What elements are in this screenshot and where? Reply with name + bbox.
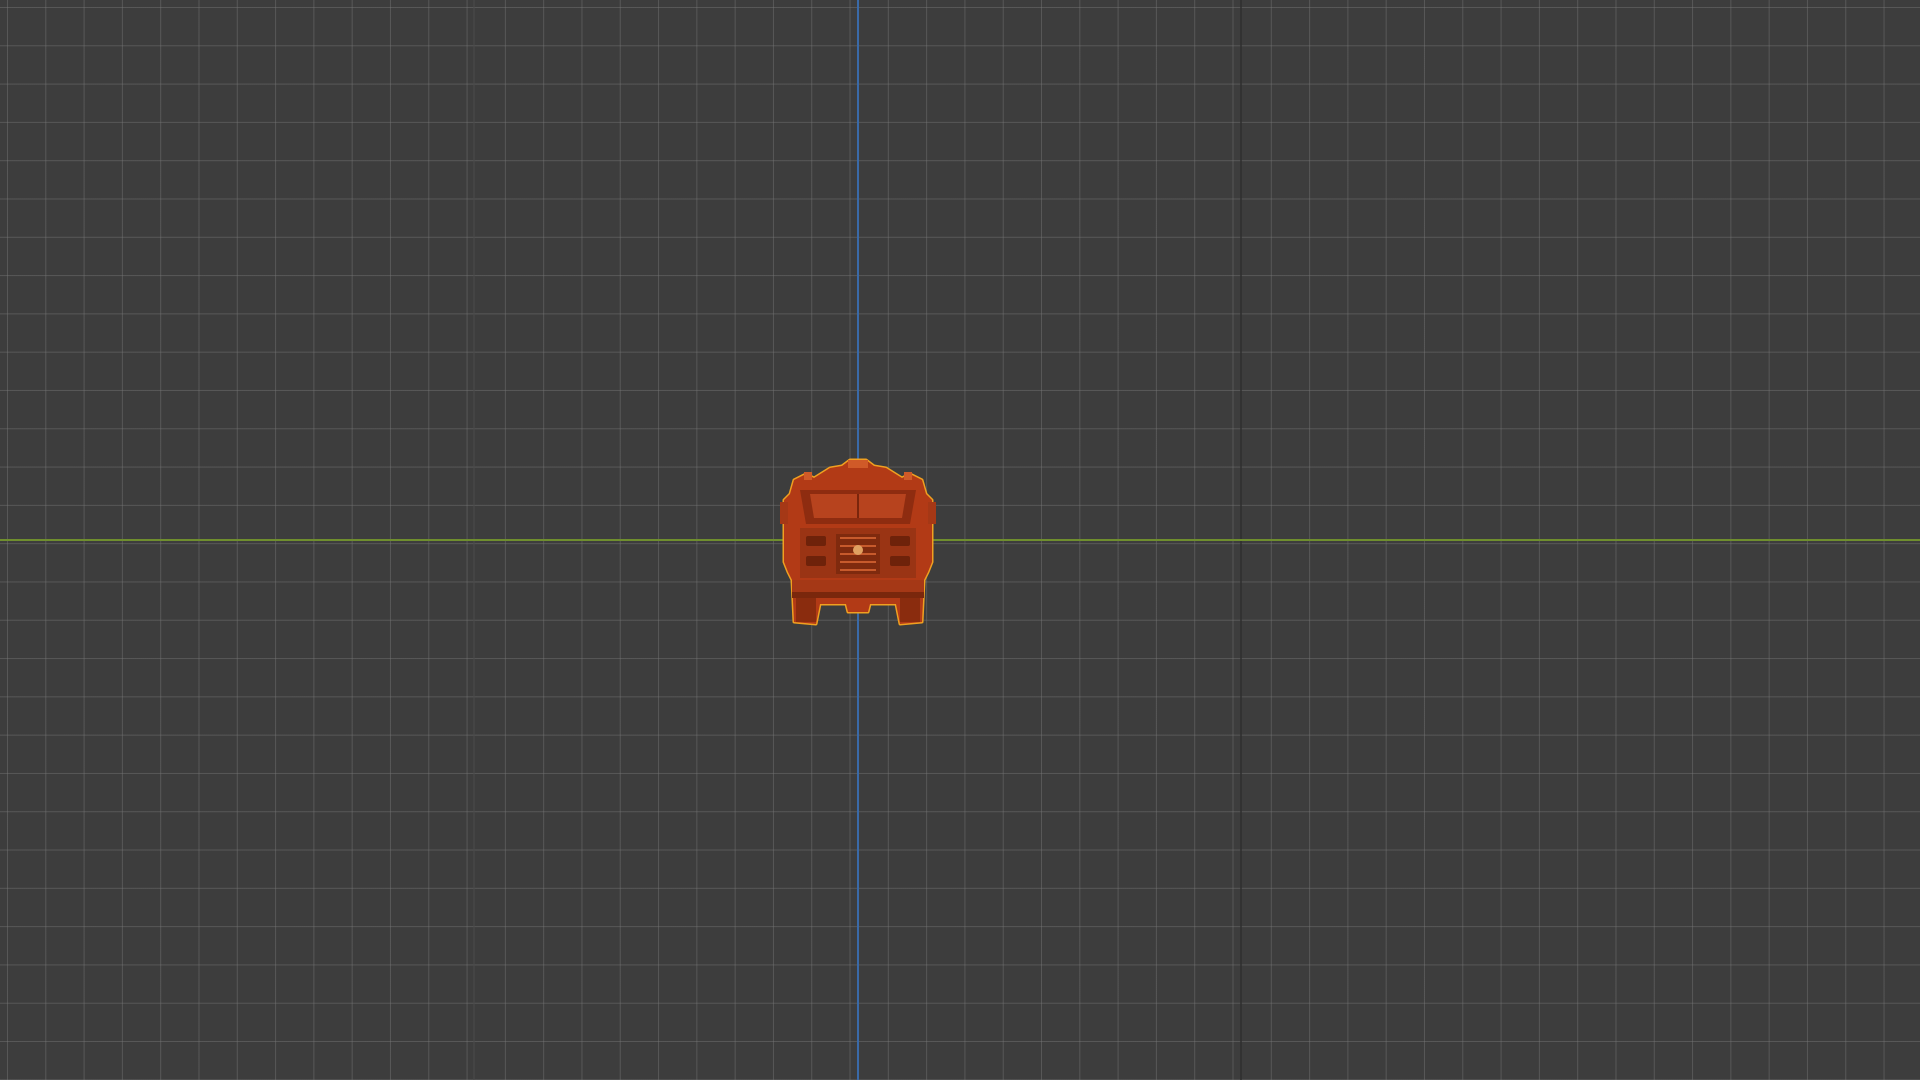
x-axis-line	[0, 539, 1920, 541]
3d-viewport[interactable]	[0, 0, 1920, 1080]
selected-vehicle-model[interactable]	[770, 452, 946, 628]
